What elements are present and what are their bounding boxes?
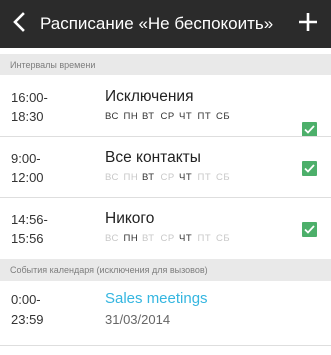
interval-time: 9:00- 12:00 [11,151,44,185]
day-sun: ВС [105,233,119,244]
section-header-intervals: Интервалы времени [0,54,331,75]
weekday-list: ВС ПН ВТ СР ЧТ ПТ СБ [105,172,235,183]
day-thu: ЧТ [179,233,193,244]
event-time: 0:00- 23:59 [11,292,44,327]
weekday-list: ВС ПН ВТ СР ЧТ ПТ СБ [105,111,235,122]
enable-checkbox[interactable] [302,161,317,176]
day-mon: ПН [123,111,139,122]
day-wed: СР [160,111,175,122]
plus-icon [298,12,318,37]
interval-time: 16:00- 18:30 [11,90,48,124]
day-fri: ПТ [197,233,212,244]
back-button[interactable] [6,8,32,40]
event-date: 31/03/2014 [105,312,171,327]
weekday-list: ВС ПН ВТ СР ЧТ ПТ СБ [105,233,235,244]
action-bar: Расписание «Не беспокоить» [0,0,331,48]
day-sat: СБ [216,233,231,244]
checkmark-icon [304,160,315,178]
day-wed: СР [160,233,175,244]
day-tue: ВТ [142,111,155,122]
day-wed: СР [160,172,175,183]
divider [0,345,331,346]
day-fri: ПТ [197,172,212,183]
day-sun: ВС [105,172,119,183]
interval-row[interactable]: 9:00- 12:00 Все контакты ВС ПН ВТ СР ЧТ … [0,137,331,197]
interval-row[interactable]: 16:00- 18:30 Исключения ВС ПН ВТ СР ЧТ П… [0,76,331,137]
day-sun: ВС [105,111,119,122]
day-sat: СБ [216,172,231,183]
enable-checkbox[interactable] [302,222,317,237]
checkmark-icon [304,221,315,239]
interval-time: 14:56- 15:56 [11,212,48,246]
day-sat: СБ [216,111,231,122]
day-thu: ЧТ [179,172,193,183]
chevron-left-icon [12,11,26,37]
interval-title: Все контакты [105,149,201,166]
day-tue: ВТ [142,172,155,183]
page-title: Расписание «Не беспокоить» [40,14,274,33]
interval-row[interactable]: 14:56- 15:56 Никого ВС ПН ВТ СР ЧТ ПТ СБ [0,198,331,258]
interval-title: Никого [105,210,155,227]
day-thu: ЧТ [179,111,193,122]
section-header-calendar: События календаря (исключения для вызово… [0,259,331,281]
day-mon: ПН [123,172,139,183]
day-fri: ПТ [197,111,212,122]
interval-title: Исключения [105,88,194,105]
day-tue: ВТ [142,233,155,244]
enable-checkbox[interactable] [302,122,317,137]
event-title: Sales meetings [105,290,208,307]
day-mon: ПН [123,233,139,244]
add-button[interactable] [293,8,323,40]
